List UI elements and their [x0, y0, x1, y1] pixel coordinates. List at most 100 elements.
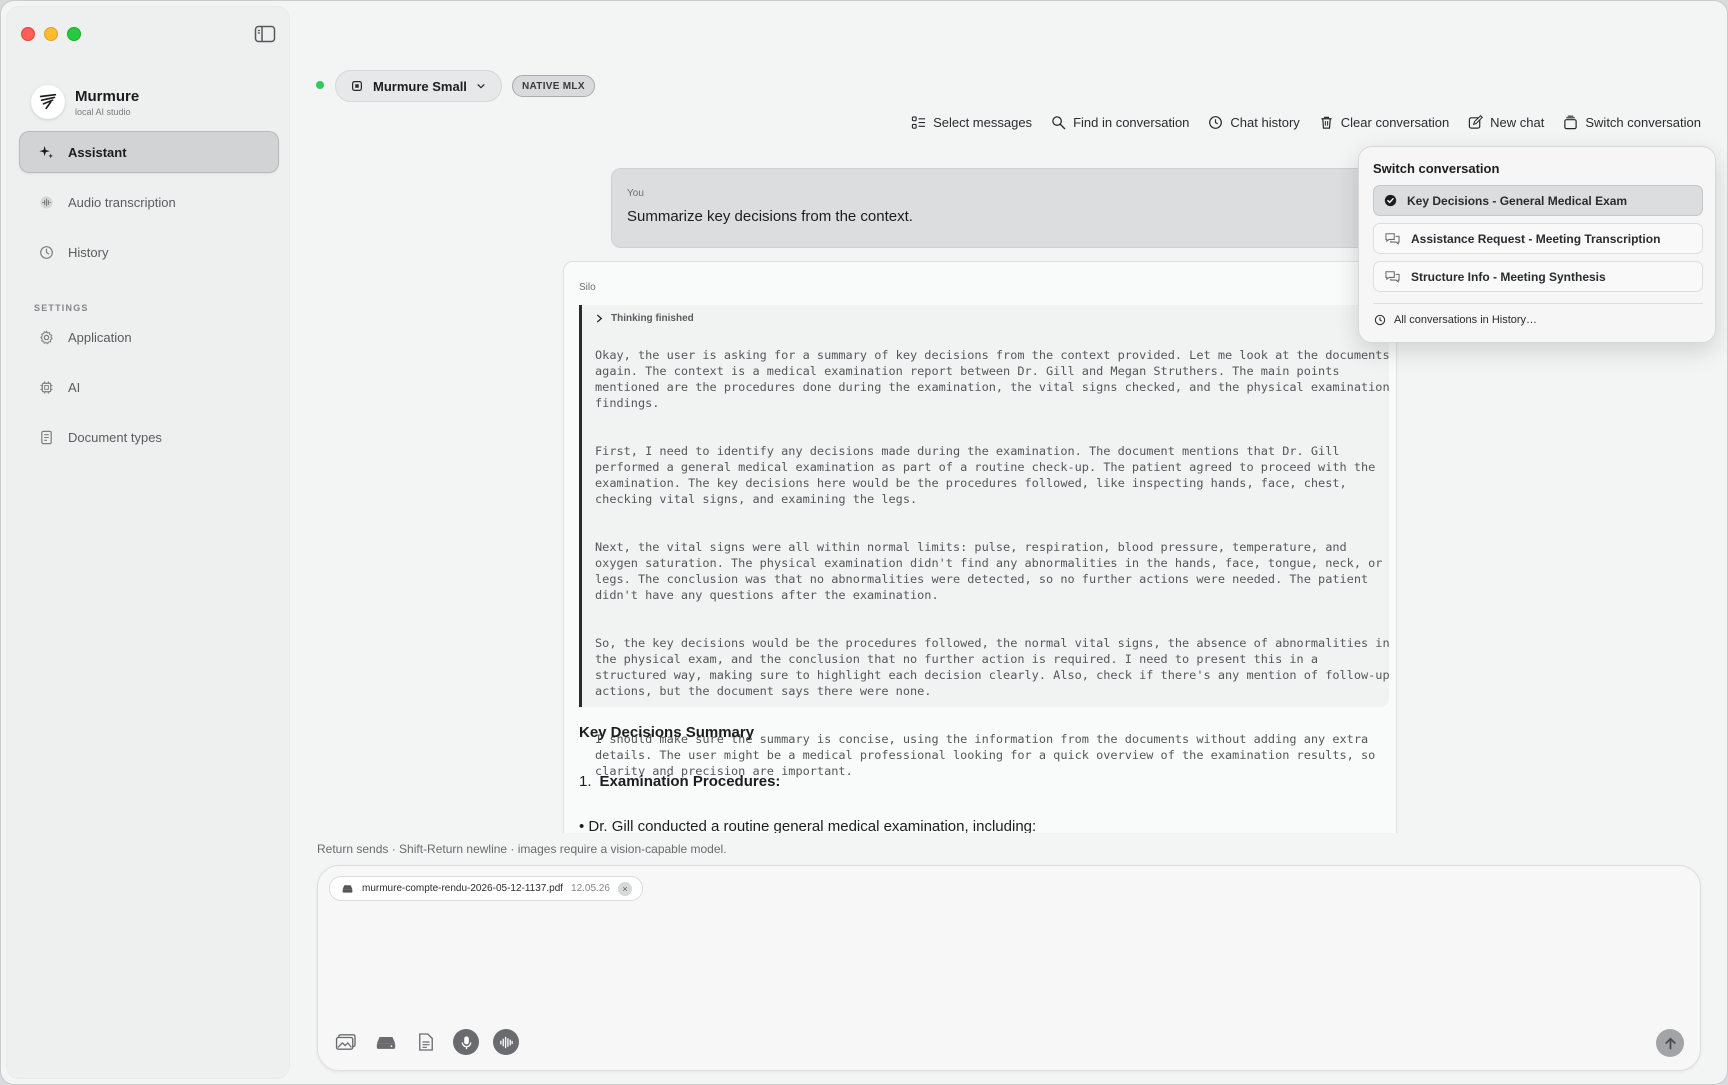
- settings-section-label: SETTINGS: [34, 303, 89, 313]
- gear-icon: [40, 329, 53, 344]
- stack-icon: [1564, 115, 1578, 129]
- sidebar-item-label: Document types: [68, 429, 162, 445]
- conversation-item[interactable]: Structure Info - Meeting Synthesis: [1373, 261, 1703, 292]
- waveform-icon: [40, 195, 53, 209]
- new-chat-label: New chat: [1490, 114, 1545, 130]
- app-subtitle: local AI studio: [75, 106, 131, 117]
- attach-image-button[interactable]: [333, 1029, 359, 1055]
- thinking-paragraph: Next, the vital signs were all within no…: [595, 540, 1383, 602]
- all-conversations-link[interactable]: All conversations in History…: [1374, 314, 1537, 326]
- window-controls: [21, 27, 81, 41]
- conversation-toolbar: Select messages Find in conversation Cha…: [911, 111, 1701, 133]
- sidebar: Murmure local AI studio Assistant Audio …: [7, 7, 289, 1078]
- summary-list-item: 1. Examination Procedures:: [579, 773, 780, 790]
- chat-bubbles-icon: [1385, 270, 1400, 283]
- sparkle-icon: [39, 145, 54, 158]
- sidebar-item-ai[interactable]: AI: [19, 366, 279, 408]
- zoom-window-button[interactable]: [67, 27, 81, 41]
- new-chat-button[interactable]: New chat: [1468, 111, 1544, 133]
- sidebar-item-assistant[interactable]: Assistant: [19, 131, 279, 173]
- sidebar-toggle-icon[interactable]: [254, 25, 276, 43]
- clock-icon: [40, 245, 53, 259]
- dictation-button[interactable]: [453, 1029, 479, 1055]
- chat-bubbles-icon: [1385, 232, 1400, 245]
- conversation-item-label: Key Decisions - General Medical Exam: [1407, 193, 1628, 208]
- chip-icon: [40, 380, 53, 394]
- chevron-right-icon: [597, 314, 603, 323]
- clock-icon: [1374, 314, 1386, 326]
- chat-history-button[interactable]: Chat history: [1208, 111, 1300, 133]
- summary-list-text: Examination Procedures:: [599, 773, 781, 790]
- compose-icon: [1468, 114, 1484, 129]
- all-conversations-label: All conversations in History…: [1394, 314, 1538, 326]
- sidebar-item-label: Assistant: [68, 144, 127, 160]
- find-label: Find in conversation: [1073, 114, 1190, 130]
- attachment-name: murmure-compte-rendu-2026-05-12-1137.pdf: [362, 883, 564, 894]
- checklist-icon: [911, 115, 926, 129]
- summary-sub-item: • Dr. Gill conducted a routine general m…: [579, 818, 1037, 833]
- switch-conversation-label: Switch conversation: [1585, 114, 1701, 130]
- microphone-icon: [461, 1035, 471, 1049]
- app-window: Murmure local AI studio Assistant Audio …: [0, 0, 1728, 1085]
- summary-list-number: 1.: [579, 773, 592, 790]
- voice-mode-button[interactable]: [493, 1029, 519, 1055]
- clock-icon: [1209, 115, 1223, 129]
- summary-sub-item-text: Dr. Gill conducted a routine general med…: [588, 818, 1037, 833]
- switch-conversation-popover: Switch conversation Key Decisions - Gene…: [1358, 146, 1716, 343]
- checkmark-circle-icon: [1384, 194, 1397, 207]
- assistant-message-card[interactable]: Silo Thinking finished Okay, the user is…: [563, 261, 1397, 833]
- user-message-bubble[interactable]: You Summarize key decisions from the con…: [611, 168, 1381, 248]
- attachment-chip[interactable]: murmure-compte-rendu-2026-05-12-1137.pdf…: [329, 876, 643, 901]
- minimize-window-button[interactable]: [44, 27, 58, 41]
- message-composer[interactable]: murmure-compte-rendu-2026-05-12-1137.pdf…: [317, 865, 1701, 1071]
- assistant-message-author: Silo: [579, 282, 596, 293]
- sidebar-item-label: Application: [68, 329, 132, 345]
- photos-icon: [335, 1034, 356, 1050]
- drive-icon: [376, 1036, 396, 1049]
- select-messages-label: Select messages: [933, 114, 1033, 130]
- select-messages-button[interactable]: Select messages: [911, 111, 1032, 133]
- send-button[interactable]: [1656, 1029, 1684, 1057]
- search-icon: [1052, 115, 1066, 129]
- sidebar-item-history[interactable]: History: [19, 231, 279, 273]
- popover-divider: [1373, 303, 1703, 304]
- clear-conversation-button[interactable]: Clear conversation: [1319, 111, 1449, 133]
- model-selector[interactable]: Murmure Small: [335, 70, 502, 102]
- model-name: Murmure Small: [373, 78, 467, 94]
- thinking-toggle[interactable]: Thinking finished: [595, 313, 1389, 324]
- switch-conversation-button[interactable]: Switch conversation: [1563, 111, 1701, 133]
- trash-icon: [1321, 116, 1332, 129]
- summary-heading: Key Decisions Summary: [579, 724, 755, 741]
- chip-icon: [352, 81, 362, 91]
- arrow-up-icon: [1664, 1037, 1676, 1050]
- runtime-badge: NATIVE MLX: [512, 75, 595, 97]
- brand: Murmure local AI studio: [31, 85, 139, 119]
- thinking-paragraph: First, I need to identify any decisions …: [595, 444, 1376, 506]
- sidebar-item-document-types[interactable]: Document types: [19, 416, 279, 458]
- conversation-item-label: Structure Info - Meeting Synthesis: [1411, 269, 1606, 284]
- chat-history-label: Chat history: [1230, 114, 1300, 130]
- close-window-button[interactable]: [21, 27, 35, 41]
- document-icon: [41, 430, 52, 444]
- thinking-label: Thinking finished: [611, 313, 694, 324]
- composer-actions: [333, 1029, 519, 1055]
- user-message-text: Summarize key decisions from the context…: [627, 208, 913, 225]
- find-in-conversation-button[interactable]: Find in conversation: [1051, 111, 1189, 133]
- app-name: Murmure: [75, 87, 140, 105]
- model-status-indicator: [316, 81, 324, 89]
- popover-title: Switch conversation: [1373, 161, 1500, 176]
- sidebar-item-label: AI: [68, 379, 81, 395]
- sidebar-item-label: History: [68, 244, 109, 260]
- remove-attachment-button[interactable]: ×: [617, 881, 632, 896]
- user-message-author: You: [627, 188, 644, 199]
- sidebar-item-application[interactable]: Application: [19, 316, 279, 358]
- attach-drive-button[interactable]: [373, 1029, 399, 1055]
- waveform-icon: [499, 1036, 513, 1048]
- conversation-item[interactable]: Key Decisions - General Medical Exam: [1373, 185, 1703, 216]
- conversation-item[interactable]: Assistance Request - Meeting Transcripti…: [1373, 223, 1703, 254]
- app-logo-icon: [31, 85, 65, 119]
- sidebar-item-label: Audio transcription: [68, 194, 176, 210]
- thinking-block: Thinking finished Okay, the user is aski…: [579, 305, 1390, 778]
- attach-document-button[interactable]: [413, 1029, 439, 1055]
- sidebar-item-audio-transcription[interactable]: Audio transcription: [19, 181, 279, 223]
